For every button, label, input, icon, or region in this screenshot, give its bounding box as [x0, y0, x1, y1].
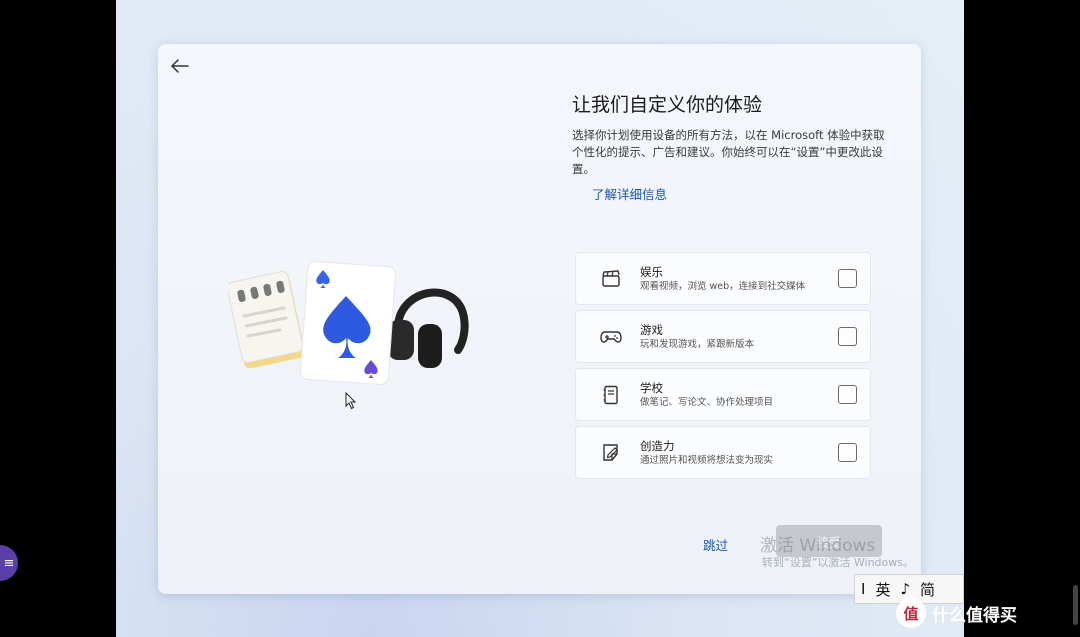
page-title: 让我们自定义你的体验	[572, 94, 763, 116]
spade-card-icon	[300, 261, 396, 385]
page-description: 选择你计划使用设备的所有方法，以在 Microsoft 体验中获取个性化的提示、…	[572, 128, 885, 176]
option-checkbox[interactable]	[838, 385, 857, 404]
skip-button[interactable]: 跳过	[703, 535, 728, 554]
hero-illustration	[226, 258, 478, 388]
sticky-note-pen-icon	[596, 441, 626, 465]
back-button[interactable]	[168, 54, 192, 78]
option-description: 玩和发现游戏，紧跟新版本	[640, 338, 755, 350]
notepad-icon	[226, 271, 305, 369]
option-label: 学校	[640, 380, 663, 395]
option-gaming[interactable]: 游戏 玩和发现游戏，紧跟新版本	[575, 310, 871, 363]
option-checkbox[interactable]	[838, 269, 857, 288]
ime-cursor-indicator: I	[861, 580, 866, 598]
option-school[interactable]: 学校 做笔记、写论文、协作处理项目	[575, 368, 871, 421]
site-watermark: 值 什么值得买	[896, 598, 1017, 628]
gamepad-icon	[596, 325, 626, 349]
option-entertainment[interactable]: 娱乐 观看视频，浏览 web，连接到社交媒体	[575, 252, 871, 305]
brand-logo-icon: 值	[896, 598, 926, 628]
screen: 让我们自定义你的体验 选择你计划使用设备的所有方法，以在 Microsoft 体…	[0, 0, 1080, 637]
menu-icon: ≡	[3, 555, 15, 571]
activation-watermark-subtitle: 转到“设置”以激活 Windows。	[762, 556, 914, 569]
usage-options-list: 娱乐 观看视频，浏览 web，连接到社交媒体 游戏 玩和发现游戏，紧跟新版本 学…	[575, 252, 871, 484]
scrollbar-thumb[interactable]	[1073, 585, 1078, 625]
brand-text: 什么值得买	[932, 605, 1017, 626]
option-checkbox[interactable]	[838, 443, 857, 462]
mouse-pointer-icon	[345, 391, 357, 414]
ime-punctuation-toggle[interactable]: ♪	[900, 580, 910, 598]
clapperboard-icon	[596, 267, 626, 291]
ime-script-toggle[interactable]: 简	[920, 579, 935, 600]
option-label: 娱乐	[640, 264, 663, 279]
option-description: 做笔记、写论文、协作处理项目	[640, 396, 774, 408]
headphones-icon	[388, 288, 469, 368]
option-checkbox[interactable]	[838, 327, 857, 346]
option-label: 游戏	[640, 322, 663, 337]
learn-more-link[interactable]: 了解详细信息	[592, 184, 667, 203]
option-description: 观看视频，浏览 web，连接到社交媒体	[640, 280, 806, 292]
option-creativity[interactable]: 创造力 通过照片和视频将想法变为现实	[575, 426, 871, 479]
notebook-icon	[596, 383, 626, 407]
option-description: 通过照片和视频将想法变为现实	[640, 454, 774, 466]
arrow-left-icon	[171, 59, 189, 73]
side-menu-handle[interactable]: ≡	[0, 545, 18, 581]
option-label: 创造力	[640, 438, 675, 453]
ime-mode-toggle[interactable]: 英	[875, 579, 890, 600]
activation-watermark-title: 激活 Windows	[760, 536, 876, 556]
